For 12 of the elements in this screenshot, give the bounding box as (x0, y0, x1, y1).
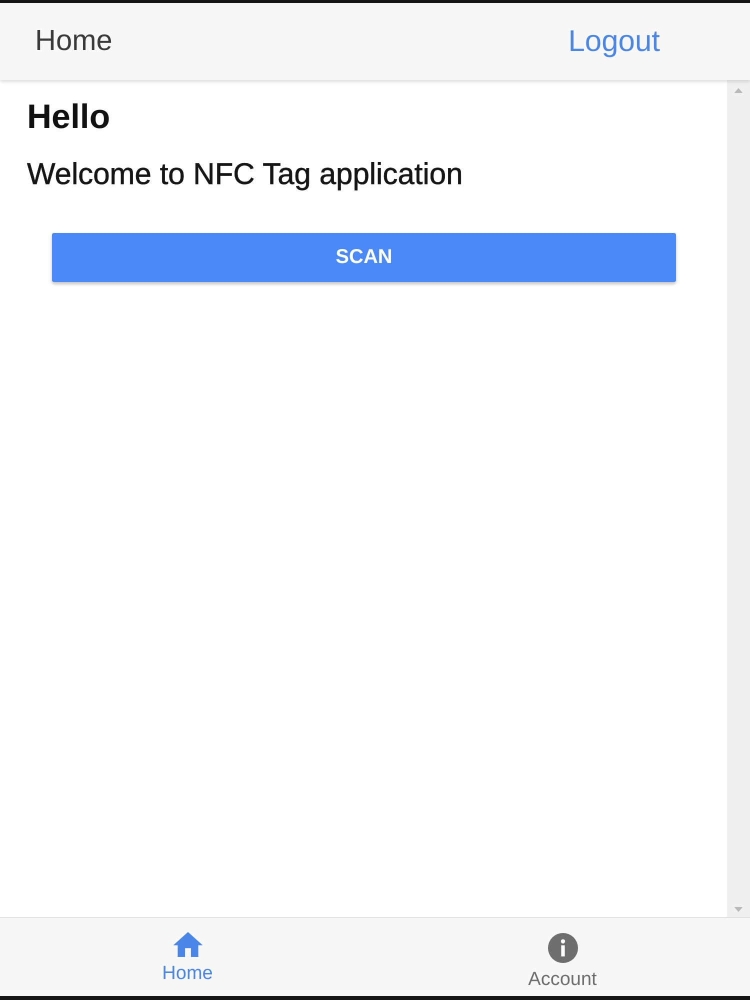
logout-link[interactable]: Logout (568, 24, 660, 58)
scroll-down-icon[interactable] (734, 907, 743, 912)
scroll-up-icon[interactable] (734, 88, 743, 93)
welcome-message: Welcome to NFC Tag application (27, 156, 464, 193)
tab[interactable]: Account (375, 918, 750, 996)
info-icon (548, 933, 578, 963)
tab[interactable]: Home (0, 918, 375, 996)
scan-button[interactable]: SCAN (52, 232, 676, 282)
home-icon (172, 932, 202, 957)
scrollbar[interactable] (727, 80, 750, 917)
header-title: Home (35, 25, 112, 58)
greeting-heading: Hello (27, 97, 112, 138)
